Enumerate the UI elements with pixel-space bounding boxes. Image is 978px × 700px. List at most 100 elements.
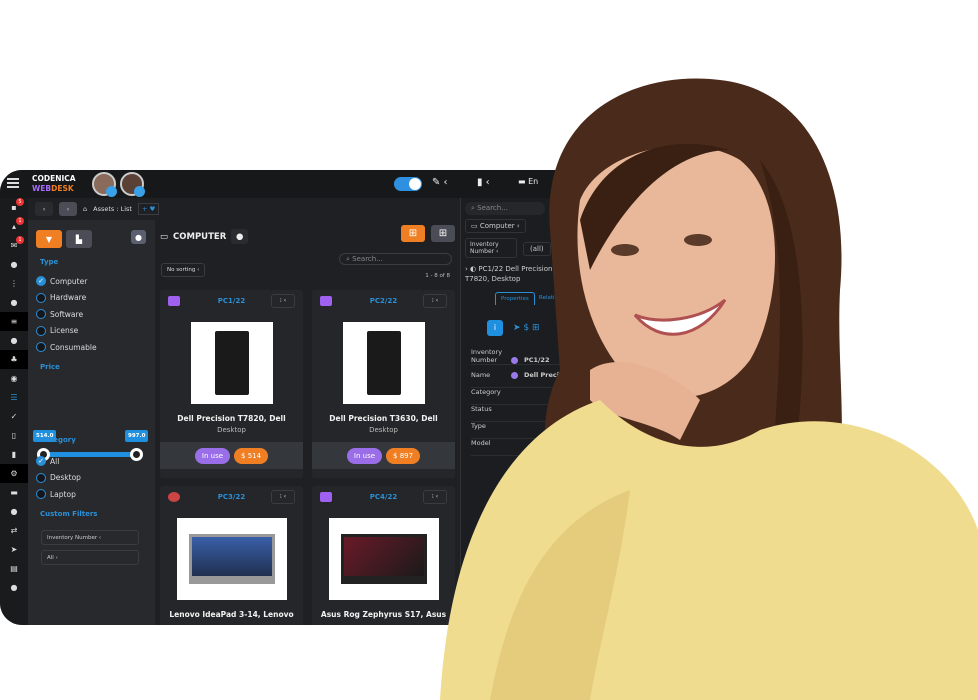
type-option[interactable]: License: [36, 325, 79, 336]
type-option-label: License: [50, 326, 79, 335]
radio-icon[interactable]: ✓: [36, 456, 46, 466]
card-menu-button[interactable]: ⁝ ‹: [271, 294, 295, 308]
filter-panel: ▼ ▙ ● Type ✓ Computer Hardware Software Lice…: [28, 220, 155, 625]
custom-filter-field[interactable]: Inventory Number ‹: [41, 530, 139, 545]
type-option-label: Consumable: [50, 342, 97, 352]
radio-icon[interactable]: ✓: [36, 276, 46, 286]
menu-icon[interactable]: [7, 178, 19, 188]
radio-icon[interactable]: [36, 309, 46, 319]
forward-button[interactable]: ›: [59, 202, 77, 216]
asset-name: Dell Precision T7820, Dell: [177, 414, 286, 423]
rail-settings-icon[interactable]: ●: [0, 293, 28, 312]
rail-database-icon[interactable]: ≡: [0, 312, 28, 331]
rail-file-icon[interactable]: ▯: [0, 426, 28, 445]
asset-card[interactable]: PC3/22 ⁝ ‹ Lenovo IdeaPad 3-14, Lenovo: [160, 486, 303, 625]
add-favorite-button[interactable]: + ♥: [137, 203, 160, 215]
asset-image: [328, 518, 439, 600]
category-option-label: Desktop: [50, 473, 81, 482]
rail-card-icon[interactable]: ▬: [0, 483, 28, 502]
asset-image: [342, 322, 425, 404]
rail-chat-icon[interactable]: ●: [0, 255, 28, 274]
card-menu-button[interactable]: ⁝ ‹: [271, 490, 295, 504]
theme-toggle[interactable]: [394, 177, 422, 191]
rail-rocket-icon[interactable]: ➤: [0, 540, 28, 559]
radio-icon[interactable]: [36, 342, 46, 352]
avatar[interactable]: [119, 172, 145, 197]
radio-icon[interactable]: [36, 472, 46, 483]
computer-icon: ▭: [160, 231, 169, 242]
product-photo: [188, 534, 275, 584]
radio-icon[interactable]: [36, 292, 46, 303]
type-option[interactable]: Hardware: [36, 292, 87, 303]
product-photo: [340, 534, 427, 584]
category-option-label: Laptop: [50, 489, 76, 499]
breadcrumb-path: Assets : List: [93, 205, 132, 213]
rail-cubes-icon[interactable]: ♣: [0, 350, 28, 369]
category-option-label: All: [50, 456, 60, 466]
rail-doc-icon[interactable]: ▤: [0, 559, 28, 578]
rail-info-icon[interactable]: ●: [0, 502, 28, 521]
custom-filters-label: Custom Filters: [40, 510, 98, 518]
type-option[interactable]: Consumable: [36, 342, 97, 352]
back-button[interactable]: ‹: [35, 202, 53, 216]
badge: 1: [16, 217, 24, 225]
asset-list: ▭ COMPUTER ● ⊞ ⊞ ⌕ Search... No sorting ‹ …: [155, 220, 460, 625]
product-photo: [214, 331, 249, 395]
logo-web: WEB: [32, 184, 52, 193]
category-option[interactable]: ✓ All: [36, 456, 59, 466]
price-max: 997.0: [125, 430, 149, 442]
search-placeholder: Search...: [352, 255, 383, 263]
status-badge: In use: [346, 447, 383, 464]
radio-icon[interactable]: [36, 325, 46, 336]
price-max-handle[interactable]: [130, 448, 143, 461]
rail-bell-icon[interactable]: ▴ 1: [0, 217, 28, 236]
sorting-label: No sorting: [167, 267, 196, 273]
logo: CODENICA WEBDESK: [32, 174, 76, 194]
type-option-label: Software: [50, 309, 84, 319]
settings-button[interactable]: ●: [131, 230, 146, 244]
price-badge: $ 514: [234, 447, 269, 464]
grid-view-button[interactable]: ⊞: [401, 225, 425, 242]
category-option[interactable]: Laptop: [36, 489, 76, 499]
category-label: Category: [40, 436, 76, 444]
rail-gear-icon[interactable]: ⚙: [0, 464, 28, 483]
breadcrumb: ‹ › ⌂ Assets : List + ♥: [35, 202, 160, 216]
radio-icon[interactable]: [36, 489, 46, 499]
sorting-select[interactable]: No sorting ‹: [161, 263, 206, 277]
rail-book-icon[interactable]: ▮: [0, 445, 28, 464]
type-option-label: Hardware: [50, 293, 87, 302]
rail-home-icon[interactable]: ▪ 5: [0, 198, 28, 217]
rail-chat2-icon[interactable]: ●: [0, 578, 28, 597]
asset-image: [190, 322, 273, 404]
filter-button[interactable]: ▼: [36, 230, 62, 248]
title-text: COMPUTER: [173, 231, 227, 242]
home-icon[interactable]: ⌂: [83, 205, 87, 213]
type-option[interactable]: Software: [36, 309, 83, 319]
chart-button[interactable]: ▙: [66, 230, 92, 248]
asset-image: [176, 518, 287, 600]
custom-filter-value-select[interactable]: All ‹: [41, 550, 139, 565]
type-option[interactable]: ✓ Computer: [36, 276, 87, 286]
rail-transfer-icon[interactable]: ⇄: [0, 521, 28, 540]
badge: 5: [16, 198, 24, 206]
rail-mail-icon[interactable]: ✉ 1: [0, 236, 28, 255]
rail-target-icon[interactable]: ◉: [0, 369, 28, 388]
rail-more-icon[interactable]: ⋮: [0, 274, 28, 293]
asset-card[interactable]: PC1/22 ⁝ ‹ Dell Precision T7820, Dell Desk…: [160, 290, 303, 478]
avatar[interactable]: [91, 172, 117, 197]
price-badge: $ 897: [386, 447, 421, 464]
logo-text: CODENICA: [32, 174, 76, 183]
type-option-label: Computer: [50, 276, 88, 286]
page-title: ▭ COMPUTER ●: [160, 229, 249, 244]
info-button[interactable]: ●: [231, 229, 249, 244]
type-label: Type: [40, 258, 59, 266]
smiling-woman-photo: [440, 78, 978, 700]
category-option[interactable]: Desktop: [36, 472, 81, 483]
rail-users-icon[interactable]: ●: [0, 331, 28, 350]
product-photo: [366, 331, 401, 395]
rail-check-icon[interactable]: ✓: [0, 407, 28, 426]
rail-list-icon[interactable]: ☰: [0, 388, 28, 407]
custom-filter-value: Inventory Number: [47, 535, 98, 541]
logo-desk: DESK: [51, 184, 74, 193]
price-label: Price: [40, 363, 60, 371]
